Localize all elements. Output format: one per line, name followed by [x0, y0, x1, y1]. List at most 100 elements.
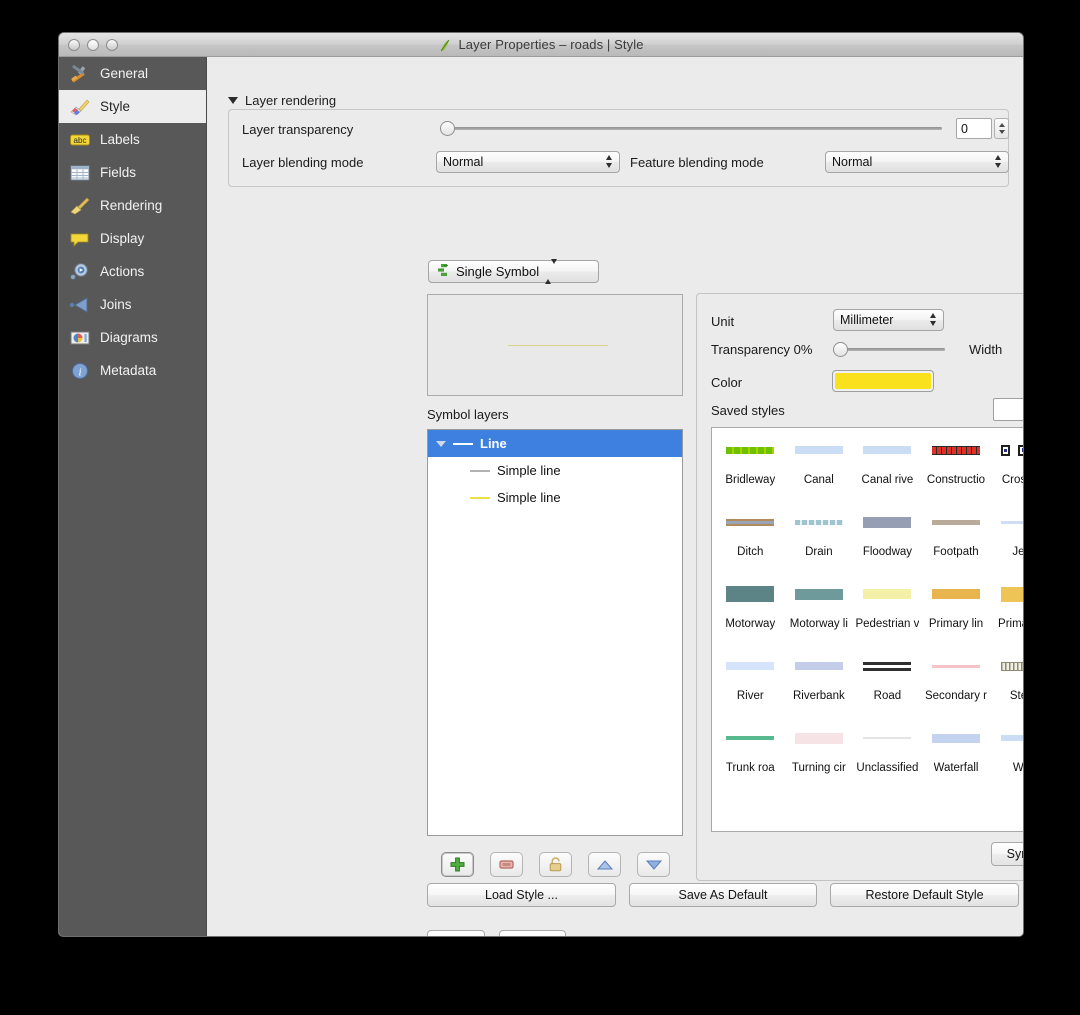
minimize-button[interactable] [87, 39, 99, 51]
arrow-down-icon [645, 860, 662, 870]
symbol-gallery-item[interactable]: Footpath [922, 508, 991, 580]
move-down-button[interactable] [637, 852, 670, 877]
symbol-layer-row[interactable]: Line [428, 430, 682, 457]
lock-icon [549, 857, 562, 872]
sidebar-item-labels[interactable]: abc Labels [59, 123, 206, 156]
saved-styles-combo[interactable] [993, 398, 1023, 421]
window-titlebar[interactable]: Layer Properties – roads | Style [59, 33, 1023, 57]
symbol-gallery-item[interactable]: Jetty [990, 508, 1023, 580]
restore-default-style-button[interactable]: Restore Default Style [830, 883, 1019, 907]
symbol-gallery-item-label: Pedestrian v [855, 618, 920, 630]
sidebar-item-rendering[interactable]: Rendering [59, 189, 206, 222]
symbol-gallery-item[interactable]: Canal [785, 436, 854, 508]
symbol-gallery-item[interactable]: Constructio [922, 436, 991, 508]
sidebar-item-diagrams[interactable]: Diagrams [59, 321, 206, 354]
color-button[interactable] [832, 370, 934, 392]
feature-blending-mode-combo[interactable]: Normal [825, 151, 1009, 173]
sidebar-item-label: Joins [100, 297, 132, 312]
layer-transparency-input[interactable] [956, 118, 992, 139]
symbol-swatch [929, 444, 983, 456]
sidebar-item-joins[interactable]: Joins [59, 288, 206, 321]
qgis-icon [438, 39, 452, 53]
symbol-gallery-item[interactable]: Road [853, 652, 922, 724]
slider-knob[interactable] [440, 121, 455, 136]
save-as-default-button[interactable]: Save As Default [629, 883, 817, 907]
sidebar-item-metadata[interactable]: i Metadata [59, 354, 206, 387]
stepper-carets-icon [930, 313, 936, 326]
symbol-gallery-item[interactable]: Primary ro [990, 580, 1023, 652]
symbol-gallery-item[interactable]: River [716, 652, 785, 724]
add-symbol-layer-button[interactable] [441, 852, 474, 877]
help-button[interactable]: Help [427, 930, 485, 936]
apply-button[interactable]: Apply [499, 930, 566, 936]
symbol-gallery-item[interactable]: Weir [990, 724, 1023, 796]
load-style-button[interactable]: Load Style ... [427, 883, 616, 907]
symbol-gallery-item[interactable]: Trunk roa [716, 724, 785, 796]
layer-properties-window: Layer Properties – roads | Style General… [58, 32, 1024, 937]
symbol-transparency-slider[interactable] [833, 342, 945, 357]
abc-icon: abc [69, 130, 91, 150]
symbol-gallery-item-label: Canal rive [861, 474, 914, 486]
zoom-button[interactable] [106, 39, 118, 51]
unit-combo[interactable]: Millimeter [833, 309, 944, 331]
layer-transparency-slider[interactable] [440, 121, 942, 136]
symbol-gallery-item[interactable]: Pedestrian v [853, 580, 922, 652]
renderer-type-combo[interactable]: Single Symbol [428, 259, 599, 284]
expand-toggle-icon[interactable] [436, 440, 446, 447]
info-icon: i [69, 361, 91, 381]
sidebar-item-label: Fields [100, 165, 137, 180]
layer-rendering-group-header[interactable]: Layer rendering [228, 93, 336, 108]
slider-track [440, 127, 942, 130]
symbol-swatch [929, 516, 983, 528]
sidebar-item-label: Actions [100, 264, 145, 279]
sidebar-item-fields[interactable]: Fields [59, 156, 206, 189]
symbol-swatch [792, 732, 846, 744]
symbol-layer-row[interactable]: Simple line [428, 457, 682, 484]
move-up-button[interactable] [588, 852, 621, 877]
remove-symbol-layer-button[interactable] [490, 852, 523, 877]
symbol-gallery-item[interactable]: Motorway [716, 580, 785, 652]
symbol-gallery-item-label: Secondary r [924, 690, 987, 702]
symbol-menu-button[interactable]: Symbol [991, 842, 1023, 866]
symbol-swatch [723, 586, 777, 602]
layer-transparency-spinner[interactable] [956, 118, 1009, 139]
symbol-layer-row[interactable]: Simple line [428, 484, 682, 511]
symbol-gallery[interactable]: Bridleway Canal Canal rive Constructio Cross… [711, 427, 1023, 832]
symbol-gallery-item[interactable]: Crossing [990, 436, 1023, 508]
sidebar-item-actions[interactable]: Actions [59, 255, 206, 288]
lock-colors-button[interactable] [539, 852, 572, 877]
sidebar-item-display[interactable]: Display [59, 222, 206, 255]
symbol-gallery-item[interactable]: Canal rive [853, 436, 922, 508]
layer-blending-mode-combo[interactable]: Normal [436, 151, 620, 173]
symbol-gallery-item[interactable]: Motorway li [785, 580, 854, 652]
arrow-down-icon[interactable] [998, 130, 1005, 134]
symbol-swatch [792, 516, 846, 528]
symbol-gallery-item[interactable]: Turning cir [785, 724, 854, 796]
symbol-swatch [998, 444, 1023, 456]
layer-rendering-title: Layer rendering [245, 93, 337, 108]
layer-transparency-label: Layer transparency [242, 122, 354, 137]
close-button[interactable] [68, 39, 80, 51]
sidebar-item-general[interactable]: General [59, 57, 206, 90]
sidebar: General Style abc Labels Fields Renderin… [59, 57, 207, 936]
window-body: General Style abc Labels Fields Renderin… [59, 57, 1023, 936]
symbol-gallery-item[interactable]: Floodway [853, 508, 922, 580]
window-controls[interactable] [68, 39, 118, 51]
spinner-arrows[interactable] [994, 118, 1009, 139]
sidebar-item-style[interactable]: Style [59, 90, 206, 123]
symbol-gallery-item[interactable]: Secondary r [922, 652, 991, 724]
color-label: Color [711, 375, 743, 390]
symbol-gallery-item[interactable]: Unclassified [853, 724, 922, 796]
symbol-gallery-item[interactable]: Riverbank [785, 652, 854, 724]
symbol-gallery-item[interactable]: Drain [785, 508, 854, 580]
speech-icon [69, 229, 91, 249]
symbol-gallery-item[interactable]: Primary lin [922, 580, 991, 652]
svg-text:abc: abc [74, 136, 87, 145]
symbol-gallery-item[interactable]: Steps [990, 652, 1023, 724]
symbol-layers-tree[interactable]: Line Simple line Simple line [427, 429, 683, 836]
symbol-gallery-item[interactable]: Ditch [716, 508, 785, 580]
symbol-gallery-item[interactable]: Bridleway [716, 436, 785, 508]
arrow-up-icon[interactable] [998, 123, 1005, 127]
slider-knob[interactable] [833, 342, 848, 357]
symbol-gallery-item[interactable]: Waterfall [922, 724, 991, 796]
